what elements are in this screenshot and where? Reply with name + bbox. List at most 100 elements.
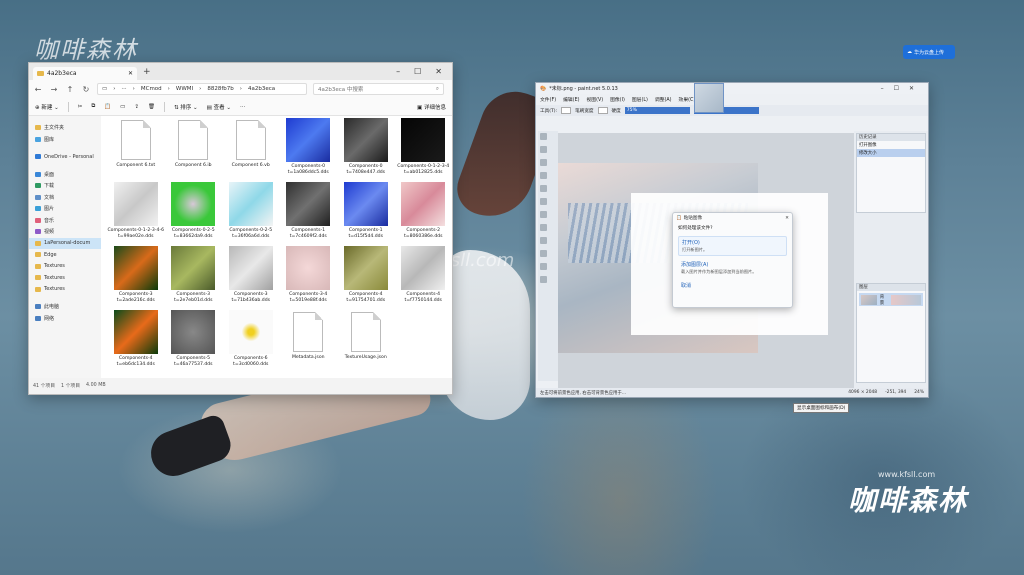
menu-item[interactable]: 调整(A) <box>655 96 672 103</box>
hardness-slider[interactable]: 75% <box>624 107 690 114</box>
close-window-icon[interactable]: ✕ <box>435 67 442 76</box>
new-button[interactable]: ⊕ 新建 ⌄ <box>35 103 59 111</box>
file-item[interactable]: Metadata.json <box>280 310 338 374</box>
minimize-icon[interactable]: – <box>396 67 400 76</box>
up-icon[interactable]: ↑ <box>65 85 75 94</box>
clone-icon[interactable] <box>540 250 547 257</box>
file-item[interactable]: Component 6.ib <box>165 118 223 182</box>
file-item[interactable]: Components-0 t=7408e447.dds <box>337 118 395 182</box>
file-item[interactable]: Components-0-1-2-3-4-6 t=99ae02e.dds <box>107 182 165 246</box>
menu-item[interactable]: 效果(C) <box>679 96 696 103</box>
text-tool-icon[interactable] <box>540 263 547 270</box>
menu-item[interactable]: 图层(L) <box>632 96 648 103</box>
file-item[interactable]: Components-3 t=2ade216c.dds <box>107 246 165 310</box>
layer-row[interactable]: 背景 <box>859 293 923 306</box>
copy-icon[interactable]: ⧉ <box>91 103 95 110</box>
zoom-tool-icon[interactable] <box>540 172 547 179</box>
history-item[interactable]: 打开图像 <box>857 141 925 149</box>
back-icon[interactable]: ← <box>33 85 43 94</box>
paste-icon[interactable]: 📋 <box>104 104 111 110</box>
nav-item[interactable]: 桌面 <box>29 169 101 181</box>
nav-item[interactable]: 1aPersonal-docum <box>29 237 101 249</box>
eraser-icon[interactable] <box>540 224 547 231</box>
more-options-icon[interactable]: ··· <box>240 104 245 110</box>
file-item[interactable]: Components-0-2-5 t=83662da9.dds <box>165 182 223 246</box>
lasso-tool-icon[interactable] <box>540 159 547 166</box>
dialog-option[interactable]: 打开(O) 打开新图片。 <box>678 236 787 256</box>
sort-button[interactable]: ⇅ 排序 ⌄ <box>174 103 198 111</box>
nav-item[interactable]: 文档 <box>29 192 101 204</box>
forward-icon[interactable]: → <box>49 85 59 94</box>
file-item[interactable]: Components-3 t=2e7eb01d.dds <box>165 246 223 310</box>
file-item[interactable]: Components-1 t=7c4609f2.dds <box>280 182 338 246</box>
refresh-icon[interactable]: ↻ <box>81 85 91 94</box>
menu-item[interactable]: 图像(I) <box>610 96 625 103</box>
tool-selector[interactable] <box>561 107 572 114</box>
rename-icon[interactable]: ▭ <box>120 104 125 110</box>
file-item[interactable]: Components-2 t=8060386e.dds <box>395 182 453 246</box>
file-item[interactable]: Components-6 t=3cd0060.dds <box>222 310 280 374</box>
bucket-icon[interactable] <box>540 198 547 205</box>
nav-item[interactable]: 网络 <box>29 313 101 325</box>
search-input[interactable]: 4a2b3eca 中搜索 ⌕ <box>313 83 444 95</box>
nav-item[interactable]: 此电脑 <box>29 301 101 313</box>
file-item[interactable]: Components-4 t=91754701.dds <box>337 246 395 310</box>
close-icon[interactable]: ✕ <box>128 70 133 77</box>
maximize-icon[interactable]: ☐ <box>894 85 899 92</box>
file-item[interactable]: Components-3-4 t=5019e88f.dds <box>280 246 338 310</box>
breadcrumb-item[interactable]: MCmod <box>141 86 162 92</box>
nav-item[interactable]: 下载 <box>29 180 101 192</box>
file-item[interactable]: Components-0 t=1a086ddc5.dds <box>280 118 338 182</box>
brush-icon[interactable] <box>540 211 547 218</box>
file-item[interactable]: Component 6.txt <box>107 118 165 182</box>
cloud-upload-button[interactable]: ☁ 华为云盘上传 <box>903 45 955 59</box>
file-item[interactable]: TextureUsage.json <box>337 310 395 374</box>
share-icon[interactable]: ⇪ <box>134 104 139 110</box>
explorer-tab[interactable]: 4a2b3eca ✕ <box>33 67 137 80</box>
nav-item[interactable]: 主文件夹 <box>29 122 101 134</box>
file-item[interactable]: Component 6.vb <box>222 118 280 182</box>
nav-item[interactable]: Textures <box>29 272 101 284</box>
breadcrumb-item[interactable]: 4a2b3eca <box>248 86 275 92</box>
close-window-icon[interactable]: ✕ <box>909 85 914 92</box>
line-tool-icon[interactable] <box>540 276 547 283</box>
close-icon[interactable]: ✕ <box>785 216 789 221</box>
nav-item[interactable]: Textures <box>29 284 101 296</box>
file-item[interactable]: Components-1 t=d15f5d4.dds <box>337 182 395 246</box>
file-item[interactable]: Components-3 t=71b436ab.dds <box>222 246 280 310</box>
breadcrumb[interactable]: ▭ › ··· › MCmod › WWMI › 8828fb7b › 4a2b… <box>97 83 307 95</box>
move-tool-icon[interactable] <box>540 146 547 153</box>
file-item[interactable]: Components-4 t=f7750144.dds <box>395 246 453 310</box>
nav-item[interactable]: Textures <box>29 261 101 273</box>
menu-item[interactable]: 编辑(E) <box>563 96 579 103</box>
file-item[interactable]: Components-0-1-2-3-4 t=ab012825.dds <box>395 118 453 182</box>
magic-wand-icon[interactable] <box>540 185 547 192</box>
breadcrumb-item[interactable]: 8828fb7b <box>207 86 233 92</box>
file-item[interactable]: Components-4 t=eb6dc134.dds <box>107 310 165 374</box>
nav-item[interactable]: 图片 <box>29 203 101 215</box>
new-tab-button[interactable]: + <box>143 67 151 77</box>
file-item[interactable]: Components-5 t=46a77537.dds <box>165 310 223 374</box>
pencil-icon[interactable] <box>540 237 547 244</box>
minimize-icon[interactable]: – <box>881 85 884 92</box>
menu-item[interactable]: 文件(F) <box>540 96 556 103</box>
nav-item[interactable]: 音乐 <box>29 215 101 227</box>
breadcrumb-item[interactable]: WWMI <box>176 86 193 92</box>
nav-item[interactable]: 图库 <box>29 134 101 146</box>
details-button[interactable]: ▣ 详细信息 <box>417 103 446 111</box>
menu-item[interactable]: 视图(V) <box>586 96 603 103</box>
view-button[interactable]: ▤ 查看 ⌄ <box>207 103 231 111</box>
select-tool-icon[interactable] <box>540 133 547 140</box>
history-item[interactable]: 修改大小 <box>857 149 925 157</box>
brush-width-input[interactable] <box>597 107 608 114</box>
zoom-level[interactable]: 24% <box>914 390 924 395</box>
nav-item[interactable]: Edge <box>29 249 101 261</box>
dialog-option[interactable]: 添加图层(A) 载入图片并作为新图层添加到当前图片。 <box>678 259 787 277</box>
delete-icon[interactable]: 🗑 <box>148 104 155 110</box>
maximize-icon[interactable]: ☐ <box>414 67 421 76</box>
image-tab-thumbnail[interactable] <box>694 83 724 113</box>
more-icon[interactable]: ··· <box>121 86 126 92</box>
cut-icon[interactable]: ✂ <box>78 104 83 110</box>
dialog-option[interactable]: 取消 <box>678 280 787 291</box>
nav-item[interactable]: OneDrive - Personal <box>29 151 101 163</box>
